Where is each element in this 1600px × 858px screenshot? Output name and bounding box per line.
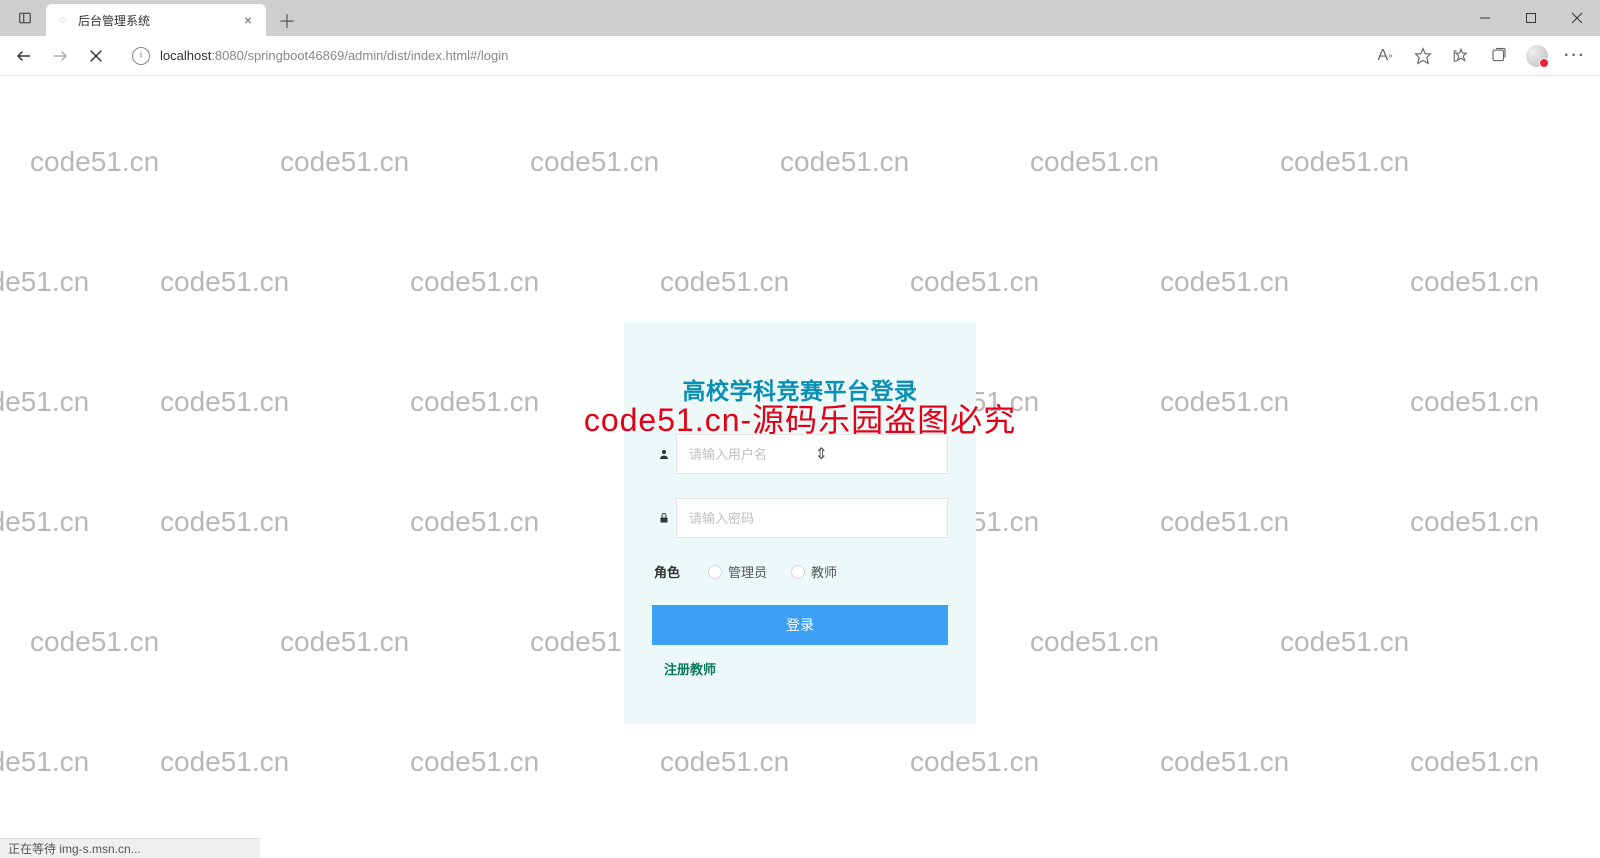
- page-content: code51.cn code51.cn code51.cn code51.cn …: [0, 76, 1600, 858]
- forward-button: [44, 40, 76, 72]
- watermark: code51.cn: [1030, 146, 1159, 178]
- watermark: code51.cn: [530, 146, 659, 178]
- address-bar[interactable]: i localhost:8080/springboot46869/admin/d…: [122, 41, 1358, 71]
- watermark: code51.cn: [30, 626, 159, 658]
- status-bar: 正在等待 img-s.msn.cn...: [0, 838, 260, 858]
- watermark: code51.cn: [1160, 746, 1289, 778]
- watermark: code51.cn: [160, 746, 289, 778]
- watermark: code51.cn: [0, 506, 89, 538]
- radio-icon: [791, 565, 805, 579]
- login-card: 高校学科竞赛平台登录 ⇕ 角色 管理员 教师 登录: [624, 322, 976, 724]
- watermark: code51.cn: [160, 386, 289, 418]
- role-row: 角色 管理员 教师: [652, 562, 948, 581]
- watermark: code51.cn: [1410, 386, 1539, 418]
- lock-icon: [652, 512, 676, 524]
- profile-avatar[interactable]: [1520, 40, 1554, 72]
- watermark: code51.cn: [410, 386, 539, 418]
- role-option-label: 管理员: [728, 562, 767, 581]
- watermark: code51.cn: [410, 266, 539, 298]
- watermark: code51.cn: [1280, 146, 1409, 178]
- window-minimize-button[interactable]: [1462, 0, 1508, 36]
- watermark: code51.cn: [780, 146, 909, 178]
- watermark: code51.cn: [1410, 506, 1539, 538]
- watermark: code51.cn: [0, 266, 89, 298]
- watermark: code51.cn: [160, 266, 289, 298]
- browser-tab[interactable]: ◌ 后台管理系统 ×: [46, 4, 266, 36]
- watermark: code51.cn: [410, 746, 539, 778]
- tab-title: 后台管理系统: [78, 12, 240, 29]
- url-text: localhost:8080/springboot46869/admin/dis…: [160, 48, 508, 63]
- watermark: code51.cn: [280, 626, 409, 658]
- watermark: code51.cn: [1030, 626, 1159, 658]
- menu-icon[interactable]: ···: [1558, 40, 1592, 72]
- login-button[interactable]: 登录: [652, 605, 948, 645]
- tab-actions-icon[interactable]: [8, 1, 42, 35]
- tab-favicon-icon: ◌: [56, 13, 70, 27]
- stop-reload-button[interactable]: [80, 40, 112, 72]
- role-label: 角色: [654, 562, 680, 581]
- site-info-icon[interactable]: i: [132, 47, 150, 65]
- watermark: code51.cn: [1410, 746, 1539, 778]
- favorites-list-icon[interactable]: [1444, 40, 1478, 72]
- browser-toolbar: i localhost:8080/springboot46869/admin/d…: [0, 36, 1600, 76]
- watermark: code51.cn: [410, 506, 539, 538]
- watermark: code51.cn: [0, 746, 89, 778]
- username-input[interactable]: [676, 434, 948, 474]
- window-controls: [1462, 0, 1600, 36]
- watermark: code51.cn: [660, 266, 789, 298]
- password-row: [652, 498, 948, 538]
- browser-tab-strip: ◌ 后台管理系统 × ＋: [0, 0, 1600, 36]
- collections-icon[interactable]: [1482, 40, 1516, 72]
- watermark: code51.cn: [160, 506, 289, 538]
- watermark: code51.cn: [910, 746, 1039, 778]
- role-option-label: 教师: [811, 562, 837, 581]
- watermark: code51.cn: [30, 146, 159, 178]
- watermark: code51.cn: [280, 146, 409, 178]
- watermark: code51.cn: [1410, 266, 1539, 298]
- login-title: 高校学科竞赛平台登录: [652, 372, 948, 406]
- favorite-icon[interactable]: [1406, 40, 1440, 72]
- user-icon: [652, 448, 676, 460]
- register-teacher-link[interactable]: 注册教师: [652, 659, 948, 678]
- watermark: code51.cn: [910, 266, 1039, 298]
- tab-close-icon[interactable]: ×: [240, 12, 256, 28]
- back-button[interactable]: [8, 40, 40, 72]
- radio-icon: [708, 565, 722, 579]
- read-aloud-icon[interactable]: A»: [1368, 40, 1402, 72]
- watermark: code51.cn: [0, 386, 89, 418]
- new-tab-button[interactable]: ＋: [272, 6, 302, 36]
- password-input[interactable]: [676, 498, 948, 538]
- status-text: 正在等待 img-s.msn.cn...: [8, 840, 141, 857]
- watermark: code51.cn: [1280, 626, 1409, 658]
- watermark: code51.cn: [1160, 386, 1289, 418]
- watermark: code51.cn: [660, 746, 789, 778]
- watermark: code51.cn: [1160, 506, 1289, 538]
- watermark: code51.cn: [1160, 266, 1289, 298]
- window-close-button[interactable]: [1554, 0, 1600, 36]
- role-option-teacher[interactable]: 教师: [791, 562, 837, 581]
- username-row: ⇕: [652, 434, 948, 474]
- window-maximize-button[interactable]: [1508, 0, 1554, 36]
- role-option-admin[interactable]: 管理员: [708, 562, 767, 581]
